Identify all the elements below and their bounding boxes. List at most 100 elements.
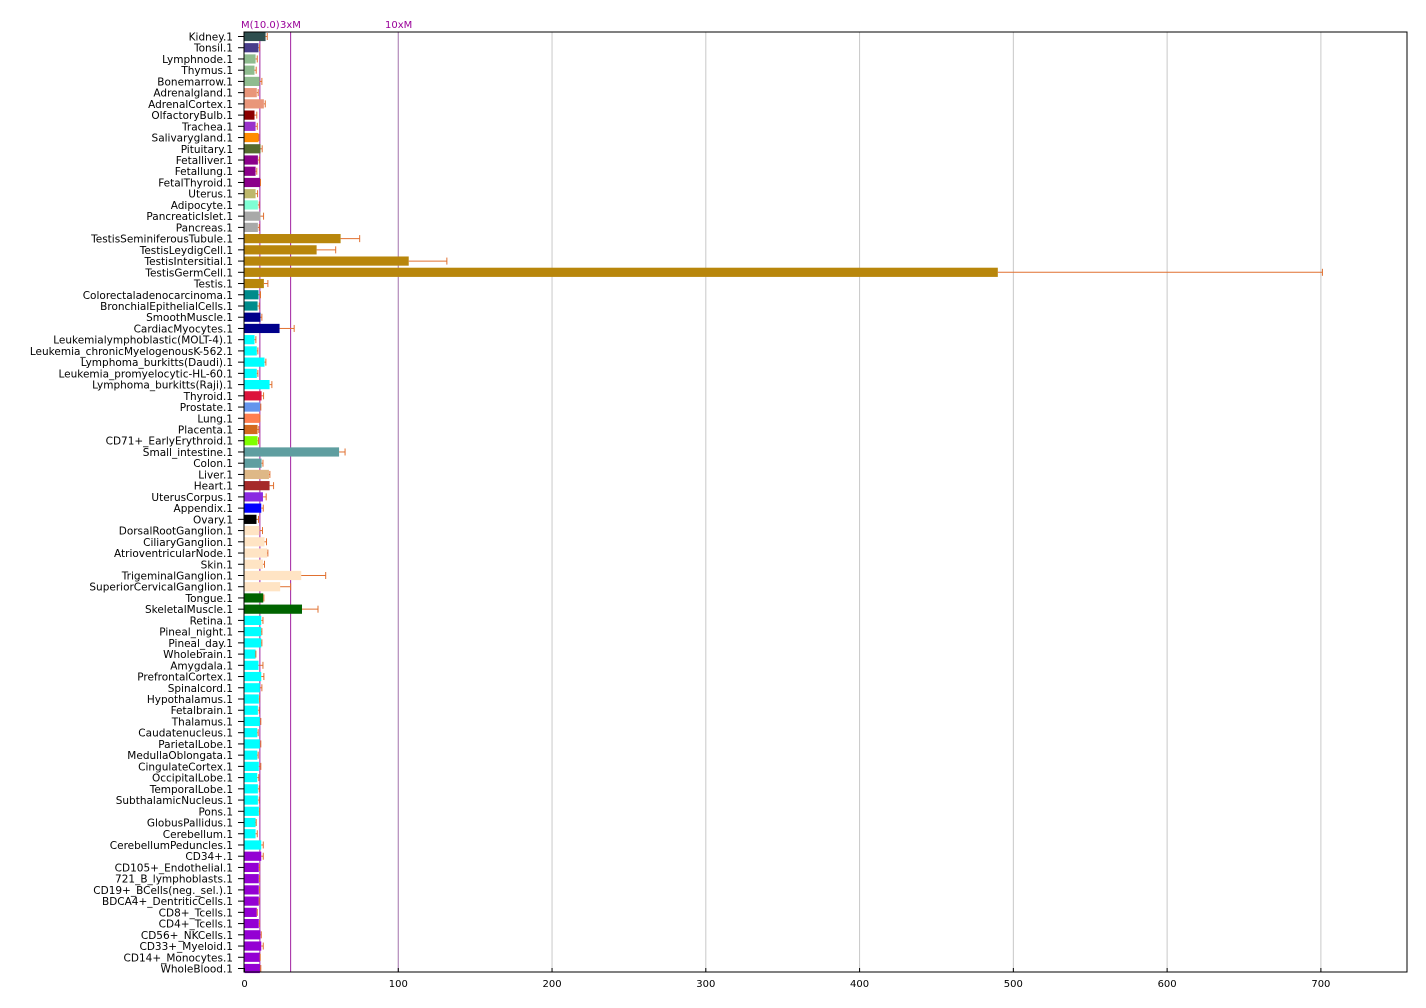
plot-frame [243, 31, 1408, 973]
category-label: Fetallung.1 [175, 166, 233, 178]
category-label: Kidney.1 [189, 32, 233, 44]
category-label: GlobusPallidus.1 [147, 818, 233, 830]
bar [244, 582, 281, 592]
bar [244, 132, 259, 143]
category-label: Tonsil.1 [193, 43, 233, 55]
category-label: BDCA4+_DentriticCells.1 [102, 896, 233, 908]
category-label: CardiacMyocytes.1 [134, 323, 233, 335]
category-label: TestisSeminiferousTubule.1 [90, 234, 233, 246]
bar [244, 941, 262, 951]
category-label: 721_B_lymphoblasts.1 [115, 874, 233, 886]
bars [244, 31, 998, 974]
category-label: Pineal_night.1 [159, 627, 233, 639]
bar [244, 671, 262, 682]
bar [244, 806, 259, 816]
category-label: Thalamus.1 [171, 716, 233, 728]
category-label: Salivarygland.1 [152, 133, 233, 145]
category-label: Pineal_day.1 [168, 638, 233, 650]
x-tick-label: 500 [1004, 979, 1023, 990]
category-label: TestisGermCell.1 [144, 267, 233, 279]
category-label: Thyroid.1 [183, 391, 233, 403]
category-label: CingulateCortex.1 [138, 761, 233, 773]
x-tick-label: 700 [1311, 979, 1330, 990]
bar [244, 391, 262, 401]
bar [244, 346, 257, 356]
x-tick-label: 400 [850, 979, 869, 990]
category-label: Wholebrain.1 [163, 649, 233, 661]
x-tick-label: 600 [1158, 979, 1177, 990]
category-label: Retina.1 [190, 615, 233, 627]
bar [244, 952, 260, 962]
bar [244, 458, 262, 468]
bar [244, 784, 258, 794]
bar [244, 65, 255, 75]
bar [244, 234, 341, 244]
bar [244, 739, 260, 749]
bar [244, 492, 263, 502]
bar [244, 312, 261, 322]
bar [244, 514, 257, 524]
reference-line-label: M(10.0) [241, 20, 280, 31]
category-label: FetalThyroid.1 [158, 177, 233, 189]
bar [244, 548, 268, 558]
bar [244, 862, 259, 873]
category-label: Pons.1 [198, 806, 233, 818]
category-label: TrigeminalGanglion.1 [121, 570, 233, 582]
bar [244, 851, 262, 861]
bar [244, 593, 264, 603]
category-label: Trachea.1 [181, 121, 233, 133]
bar [244, 660, 259, 670]
bar [244, 829, 256, 839]
bar [244, 31, 266, 42]
category-label: Lymphoma_burkitts(Raji).1 [92, 380, 233, 392]
category-label: MedullaOblongata.1 [127, 750, 233, 762]
bar [244, 368, 257, 378]
category-label: Heart.1 [194, 481, 233, 493]
bar [244, 88, 257, 98]
bar [244, 896, 259, 906]
category-label: Small_intestine.1 [143, 447, 233, 459]
grid-lines [397, 32, 1322, 972]
bar [244, 110, 255, 120]
x-tick-label: 300 [696, 979, 715, 990]
category-label: AtrioventricularNode.1 [114, 548, 233, 560]
bar [244, 761, 259, 771]
bar [244, 357, 265, 367]
bar [244, 211, 261, 221]
category-label: CiliaryGanglion.1 [143, 537, 233, 549]
bar [244, 930, 261, 940]
bar [244, 918, 259, 929]
bar [244, 705, 258, 715]
reference-line-label: 3xM [280, 20, 301, 31]
category-label: SmoothMuscle.1 [146, 312, 233, 324]
category-label: Fetalbrain.1 [171, 705, 233, 717]
category-label: CerebellumPeduncles.1 [110, 840, 233, 852]
category-label: OlfactoryBulb.1 [151, 110, 233, 122]
category-label: OccipitalLobe.1 [152, 773, 233, 785]
bar [244, 99, 264, 109]
bar [244, 43, 259, 53]
category-label: PancreaticIslet.1 [146, 211, 233, 223]
category-label: Leukemia_chronicMyelogenousK-562.1 [30, 346, 233, 358]
bar [244, 537, 265, 547]
bar [244, 413, 260, 423]
bar [244, 907, 257, 917]
bar [244, 144, 261, 154]
bar [244, 649, 256, 659]
category-label: Adrenalgland.1 [153, 88, 233, 100]
category-label: Spinalcord.1 [168, 683, 233, 695]
bar [244, 469, 269, 480]
bar [244, 447, 340, 457]
bar [244, 335, 255, 345]
bar [244, 627, 262, 637]
category-label: Lymphoma_burkitts(Daudi).1 [81, 357, 233, 369]
bar [244, 245, 317, 255]
x-axis-ticks: 0 100 200 300 400 500 600 700 [241, 968, 1330, 990]
bar [244, 570, 302, 581]
bar [244, 638, 262, 648]
category-label: CD33+_Myeloid.1 [139, 941, 233, 953]
bar [244, 481, 270, 491]
category-label: Skin.1 [201, 559, 233, 571]
category-labels: Kidney.1Tonsil.1Lymphnode.1Thymus.1Bonem… [30, 32, 244, 976]
reference-lines: M(10.0) 3xM 10xM [241, 20, 412, 972]
